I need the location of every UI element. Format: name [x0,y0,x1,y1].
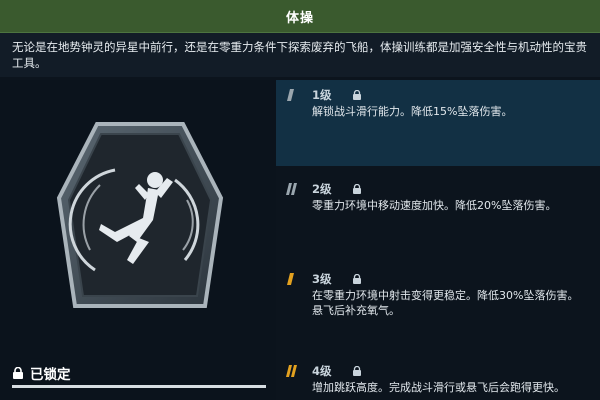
locked-status: 已锁定 [12,363,71,383]
lock-icon [353,90,361,100]
lock-icon [353,366,361,376]
rank-bars-icon [286,365,297,377]
panel-header: 体操 [0,0,600,33]
rank-bars-icon [286,183,297,195]
level-row-3[interactable]: 3级 在零重力环境中射击变得更稳定。降低30%坠落伤害。 悬飞后补充氧气。 [276,264,600,354]
rank-bars-icon [287,273,294,285]
skill-levels-list: 1级 解锁战斗滑行能力。降低15%坠落伤害。 2级 零重力环境中移动速度加快。降… [276,80,600,400]
level-name: 3级 [312,272,332,286]
gymnast-flip-icon [56,122,224,308]
skill-description: 无论是在地势钟灵的异星中前行，还是在零重力条件下探索废弃的飞船，体操训练都是加强… [0,33,600,77]
locked-label: 已锁定 [30,367,71,383]
progress-bar [12,385,266,388]
lock-icon [13,367,23,379]
level-name: 4级 [312,364,332,378]
level-name: 2级 [312,182,332,196]
rank-bars-icon [287,89,294,101]
level-row-4[interactable]: 4级 增加跳跃高度。完成战斗滑行或悬飞后会跑得更快。 [276,356,600,400]
level-name: 1级 [312,88,332,102]
skill-title: 体操 [285,10,314,26]
level-row-1[interactable]: 1级 解锁战斗滑行能力。降低15%坠落伤害。 [276,80,600,166]
lock-icon [353,184,361,194]
level-description: 增加跳跃高度。完成战斗滑行或悬飞后会跑得更快。 [312,381,565,394]
lock-icon [353,274,361,284]
level-description: 零重力环境中移动速度加快。降低20%坠落伤害。 [312,199,557,212]
level-description: 解锁战斗滑行能力。降低15%坠落伤害。 [312,105,513,118]
level-description: 在零重力环境中射击变得更稳定。降低30%坠落伤害。 悬飞后补充氧气。 [312,289,579,317]
skill-badge-panel: 已锁定 [0,80,276,400]
level-row-2[interactable]: 2级 零重力环境中移动速度加快。降低20%坠落伤害。 [276,174,600,254]
